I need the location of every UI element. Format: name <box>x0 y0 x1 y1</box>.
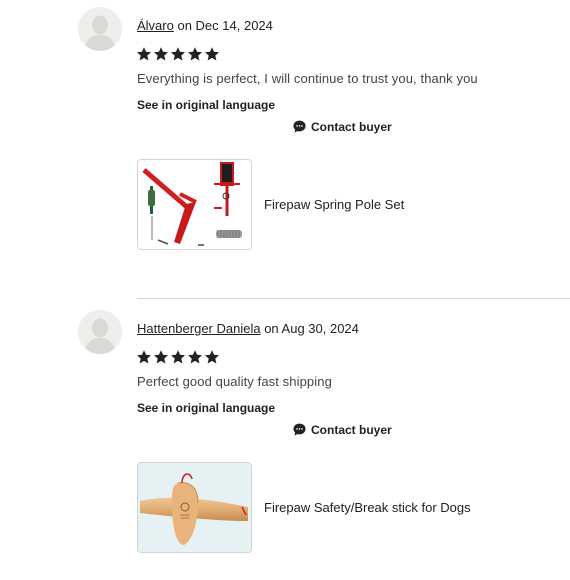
review-date: Dec 14, 2024 <box>195 18 273 33</box>
review-text: Perfect good quality fast shipping <box>137 374 332 389</box>
star-icon <box>188 47 202 61</box>
date-prefix: on <box>173 18 196 33</box>
star-icon <box>171 47 185 61</box>
reviews-list: Álvaro on Dec 14, 2024 Everything is per… <box>0 0 570 580</box>
product-title-link[interactable]: Firepaw Safety/Break stick for Dogs <box>264 500 471 515</box>
see-original-language-button[interactable]: See in original language <box>137 98 275 112</box>
review-divider <box>137 298 570 299</box>
star-icon <box>154 350 168 364</box>
avatar <box>78 7 122 51</box>
star-icon <box>188 350 202 364</box>
contact-buyer-label: Contact buyer <box>311 422 392 437</box>
star-rating <box>136 46 220 62</box>
contact-buyer-label: Contact buyer <box>311 119 392 134</box>
avatar <box>78 310 122 354</box>
contact-buyer-button[interactable]: Contact buyer <box>292 119 392 134</box>
star-icon <box>171 350 185 364</box>
chat-bubble-icon <box>293 120 306 133</box>
review-meta: Hattenberger Daniela on Aug 30, 2024 <box>137 321 359 336</box>
purchased-item-link[interactable]: Firepaw Spring Pole Set <box>137 159 404 250</box>
see-original-language-button[interactable]: See in original language <box>137 401 275 415</box>
star-icon <box>205 350 219 364</box>
date-prefix: on <box>260 321 282 336</box>
reviewer-name-link[interactable]: Álvaro <box>137 18 174 33</box>
star-rating <box>136 349 220 365</box>
star-icon <box>137 350 151 364</box>
chat-bubble-icon <box>293 423 306 436</box>
purchased-item-link[interactable]: Firepaw Safety/Break stick for Dogs <box>137 462 471 553</box>
review-text: Everything is perfect, I will continue t… <box>137 71 478 86</box>
star-icon <box>137 47 151 61</box>
review-date: Aug 30, 2024 <box>281 321 359 336</box>
spring-pole-set-image[interactable] <box>137 159 252 250</box>
reviewer-name-link[interactable]: Hattenberger Daniela <box>137 321 261 336</box>
star-icon <box>154 47 168 61</box>
break-stick-image[interactable] <box>137 462 252 553</box>
product-title-link[interactable]: Firepaw Spring Pole Set <box>264 197 404 212</box>
contact-buyer-button[interactable]: Contact buyer <box>292 422 392 437</box>
star-icon <box>205 47 219 61</box>
review-meta: Álvaro on Dec 14, 2024 <box>137 18 273 33</box>
